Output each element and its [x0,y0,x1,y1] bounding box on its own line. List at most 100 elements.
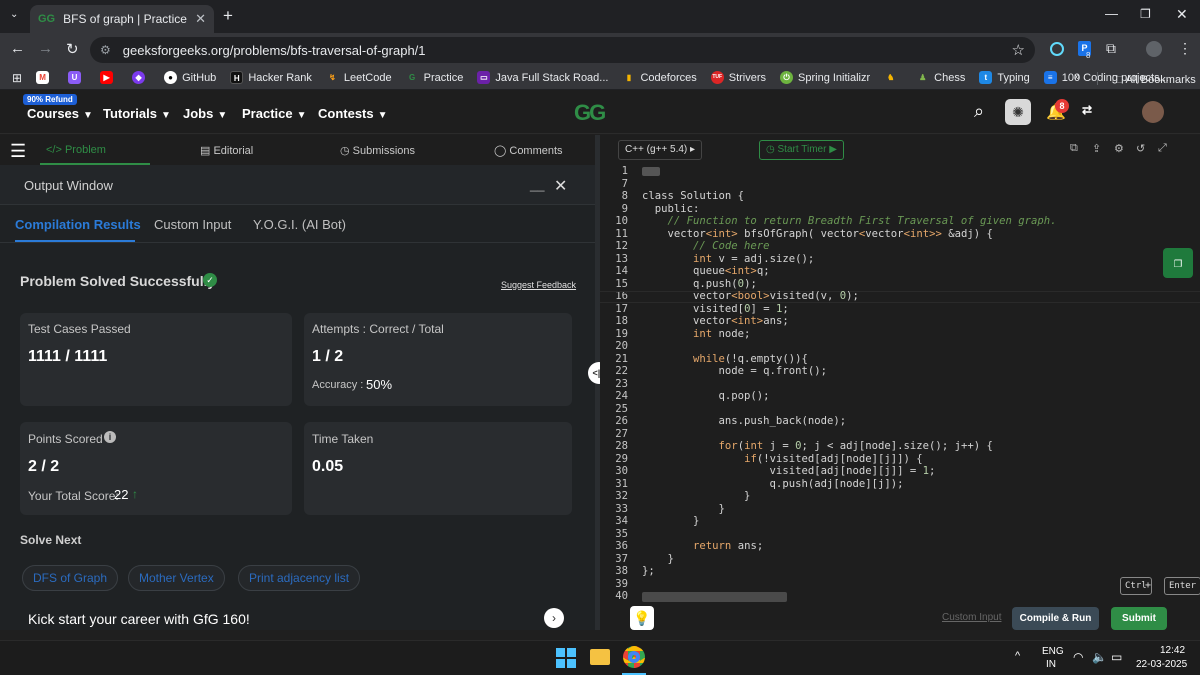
nav-courses[interactable]: Courses ▼ [27,106,93,121]
restore-icon[interactable]: ❐ [1140,7,1151,21]
line-number: 7 [621,177,628,190]
code-line-11: vector<int> bfsOfGraph( vector<vector<in… [667,227,993,240]
line-number: 30 [615,465,628,477]
minimize-icon[interactable]: — [1105,6,1118,21]
wifi-icon[interactable]: ◠ [1073,650,1083,664]
tab-yogi-ai-bot[interactable]: Y.O.G.I. (AI Bot) [253,217,346,232]
bookmark-star-icon[interactable]: ☆ [1012,41,1025,59]
gfg-favicon-icon: GG [38,13,56,25]
bookmarks-bar: ⊞ M U ▶ ◆ ● GitHub H Hacker Rank ↯ LeetCode… [0,66,1200,90]
bookmark-codeforces[interactable]: ▮ Codeforces [622,71,697,84]
reset-icon[interactable]: ↺ [1136,142,1145,155]
browser-tab-active[interactable]: GG BFS of graph | Practice | Geeksfo ✕ [30,5,214,33]
solve-next-dfs-of-graph[interactable]: DFS of Graph [22,565,119,591]
translate-icon[interactable]: ⇄ [1082,103,1092,117]
gfg-logo[interactable]: GG [574,100,606,126]
chrome-taskbar-icon[interactable] [623,646,645,668]
compile-run-button[interactable]: Compile & Run [1012,607,1099,630]
tab-editorial[interactable]: ▤ Editorial [200,144,253,157]
line-number: 17 [615,302,628,315]
shortcut-enter-key: Enter [1164,577,1200,595]
extensions-puzzle-icon[interactable]: ⧉ [1106,40,1116,57]
tab-comments[interactable]: ◯ Comments [494,144,563,157]
apps-grid-icon[interactable]: ⊞ [12,71,22,85]
custom-input-link[interactable]: Custom Input [942,612,1001,623]
browser-menu-icon[interactable]: ⋮ [1178,40,1192,57]
bookmark-chess[interactable]: ♟ Chess [916,71,965,84]
minimize-output-icon[interactable]: __ [530,177,544,192]
code-line-9: public: [642,202,700,215]
gmail-icon[interactable]: M [36,71,54,84]
more-bookmarks-icon[interactable]: » [1074,71,1080,83]
bookmark-spring[interactable]: ⏻ Spring Initializr [780,71,870,84]
browser-toolbar: ← → ↻ ⚙ geeksforgeeks.org/problems/bfs-t… [0,33,1200,66]
language-indicator-1[interactable]: ENG [1042,646,1064,657]
back-icon[interactable]: ← [10,40,25,57]
code-editor[interactable]: 1 7 8 9 10 11 12 13 14 15 16 17 18 19 20 21 22 23 24 25 26 27… [600,165,1200,602]
settings-icon[interactable]: ⚙ [1114,142,1124,155]
new-tab-icon[interactable]: + [223,6,233,26]
all-bookmarks[interactable]: 🗀 All Bookmarks [1112,71,1196,90]
reload-icon[interactable]: ↻ [66,40,79,58]
site-info-icon[interactable]: ⚙ [100,43,111,57]
solve-next-heading: Solve Next [20,533,82,547]
proton-icon[interactable]: U [68,71,86,84]
tab-custom-input[interactable]: Custom Input [154,217,231,232]
nav-jobs[interactable]: Jobs ▼ [183,106,227,121]
bookmark-practice[interactable]: G Practice [406,71,463,84]
youtube-icon[interactable]: ▶ [100,71,118,84]
bookmark-hackerrank[interactable]: H Hacker Rank [230,71,312,84]
search-icon[interactable]: ⌕ [974,101,984,122]
bookmark-extra-icon[interactable]: ♞ [884,71,902,84]
chat-icon[interactable]: ❐ [1163,248,1193,278]
tab-problem[interactable]: </> Problem [46,144,106,156]
bookmark-typing[interactable]: t Typing [979,71,1030,84]
bookmark-purple-icon[interactable]: ◆ [132,71,150,84]
close-output-icon[interactable]: ✕ [554,176,567,196]
file-explorer-icon[interactable] [590,649,610,665]
address-bar[interactable]: ⚙ geeksforgeeks.org/problems/bfs-travers… [90,37,1035,63]
chevron-right-icon[interactable]: › [544,608,564,628]
language-select[interactable]: C++ (g++ 5.4) ▸ [618,140,703,160]
lightbulb-hint-icon[interactable]: 💡 [630,606,654,630]
bookmark-leetcode[interactable]: ↯ LeetCode [326,71,392,84]
language-indicator-2[interactable]: IN [1046,659,1056,670]
submit-button[interactable]: Submit [1111,607,1167,630]
clock-date[interactable]: 22-03-2025 [1136,659,1187,670]
clock-time[interactable]: 12:42 [1160,645,1185,656]
windows-start-icon[interactable] [556,648,576,668]
suggest-feedback-link[interactable]: Suggest Feedback [501,280,576,290]
theme-toggle-icon[interactable]: ✺ [1005,99,1031,125]
upload-icon[interactable]: ⇪ [1092,142,1101,155]
forward-icon[interactable]: → [38,40,53,57]
folded-code-marker[interactable] [642,167,660,176]
info-icon[interactable]: i [104,431,116,443]
bookmark-java-roadmap[interactable]: ▭ Java Full Stack Road... [477,71,608,84]
profile-avatar[interactable] [1146,41,1162,57]
start-timer-button[interactable]: ◷ Start Timer ▶ [759,140,844,160]
copy-icon[interactable]: ⧉ [1070,142,1078,155]
solve-next-mother-vertex[interactable]: Mother Vertex [128,565,225,591]
bookmark-strivers[interactable]: TUF Strivers [710,71,766,84]
line-number: 33 [615,502,628,515]
close-window-icon[interactable]: ✕ [1176,6,1188,23]
user-avatar[interactable] [1142,101,1164,123]
bookmark-github[interactable]: ● GitHub [164,71,216,84]
solve-next-print-adjacency-list[interactable]: Print adjacency list [238,565,361,591]
battery-icon[interactable]: ▭ [1111,650,1122,664]
attempts-value: 1 / 2 [312,348,344,365]
hamburger-menu-icon[interactable]: ☰ [10,141,26,162]
nav-tutorials[interactable]: Tutorials ▼ [103,106,171,121]
volume-icon[interactable]: 🔈 [1092,650,1107,664]
tray-chevron-up-icon[interactable]: ^ [1015,650,1020,662]
fullscreen-icon[interactable]: ⤢ [1158,142,1167,155]
tab-submissions[interactable]: ◷ Submissions [340,144,415,157]
tab-search-icon[interactable]: ⌄ [10,9,18,20]
tab-compilation-results[interactable]: Compilation Results [15,217,141,232]
accuracy-label: Accuracy : [312,379,364,391]
close-tab-icon[interactable]: ✕ [195,11,206,27]
nav-contests[interactable]: Contests ▼ [318,106,388,121]
folded-code-marker-bottom[interactable] [642,592,787,602]
nav-practice[interactable]: Practice ▼ [242,106,307,121]
react-devtools-icon[interactable] [1050,42,1064,56]
